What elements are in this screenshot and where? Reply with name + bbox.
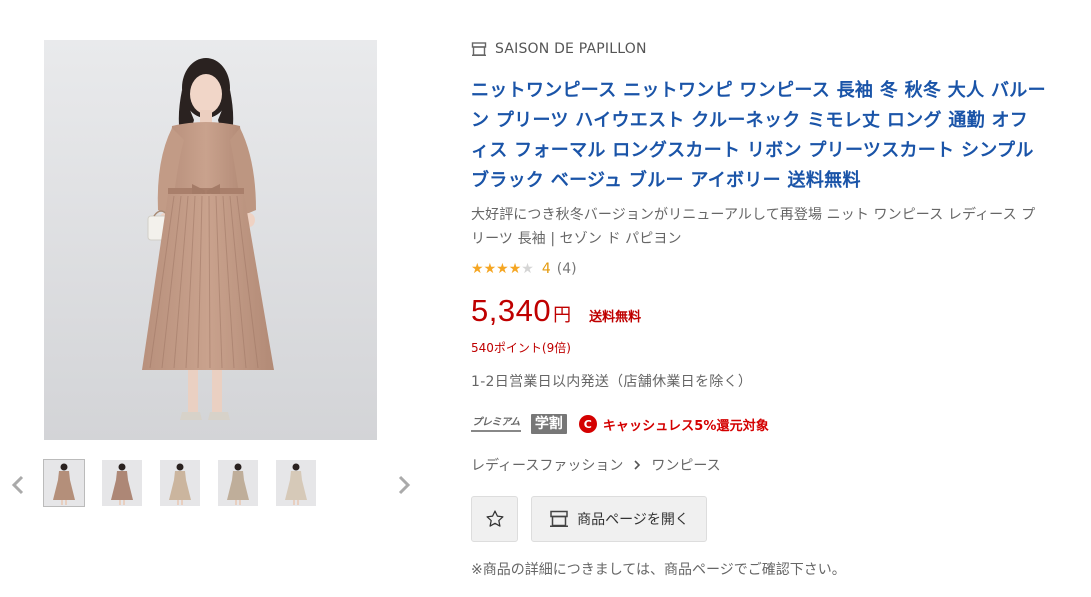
thumbnail-2[interactable] xyxy=(102,460,142,506)
store-name: SAISON DE PAPILLON xyxy=(495,41,647,57)
price-row: 5,340 円 送料無料 xyxy=(471,293,1051,329)
open-product-page-label: 商品ページを開く xyxy=(577,512,689,528)
gallery-next-button[interactable] xyxy=(392,470,416,500)
star-filled-icon: ★ xyxy=(508,261,522,277)
chevron-right-icon xyxy=(633,460,641,470)
cashless-label: キャッシュレス5%還元対象 xyxy=(602,418,769,434)
open-product-page-button[interactable]: 商品ページを開く xyxy=(531,496,707,542)
model-photo-illustration xyxy=(44,40,377,440)
price-currency: 円 xyxy=(553,305,572,326)
gallery-prev-button[interactable] xyxy=(6,470,30,500)
action-buttons: 商品ページを開く xyxy=(471,496,1051,542)
product-info: SAISON DE PAPILLON ニットワンピース ニットワンピ ワンピース… xyxy=(471,38,1051,580)
chevron-left-icon xyxy=(11,475,24,495)
main-product-image[interactable] xyxy=(44,40,377,440)
price-amount: 5,340 xyxy=(471,293,552,328)
cashless-badge: C キャッシュレス5%還元対象 xyxy=(578,415,769,434)
store-icon xyxy=(549,510,569,528)
rating[interactable]: ★ ★ ★ ★ ★ 4 (4) xyxy=(471,259,1051,279)
rating-stars: ★ ★ ★ ★ ★ xyxy=(471,262,534,276)
store-link[interactable]: SAISON DE PAPILLON xyxy=(471,38,1051,60)
thumbnail-5[interactable] xyxy=(276,460,316,506)
details-note: ※商品の詳細につきましては、商品ページでご確認下さい。 xyxy=(471,562,846,578)
breadcrumb-item-ladies-fashion[interactable]: レディースファッション xyxy=(471,455,623,475)
thumbnail-4[interactable] xyxy=(218,460,258,506)
favorite-button[interactable] xyxy=(471,496,518,542)
delivery-info: 1-2日営業日以内発送（店舗休業日を除く） xyxy=(471,374,753,390)
star-filled-icon: ★ xyxy=(496,261,509,277)
star-filled-icon: ★ xyxy=(471,261,484,277)
breadcrumb: レディースファッション ワンピース xyxy=(471,455,1051,475)
chevron-right-icon xyxy=(398,475,411,495)
review-count: (4) xyxy=(556,261,577,277)
gakuwari-badge: 学割 xyxy=(530,414,567,434)
rating-score: 4 xyxy=(541,261,551,277)
product-title[interactable]: ニットワンピース ニットワンピ ワンピース 長袖 冬 秋冬 大人 バルーン プリ… xyxy=(471,76,1046,196)
product-description: 大好評につき秋冬バージョンがリニューアルして再登場 ニット ワンピース レディー… xyxy=(471,207,1036,247)
thumbnail-3[interactable] xyxy=(160,460,200,506)
thumbnail-1[interactable] xyxy=(43,459,85,507)
store-icon xyxy=(471,41,487,57)
cashless-c-icon: C xyxy=(578,415,597,433)
star-filled-icon: ★ xyxy=(483,261,497,277)
premium-badge: プレミアム xyxy=(471,416,521,432)
star-empty-icon: ★ xyxy=(521,261,534,277)
free-shipping-label: 送料無料 xyxy=(589,310,642,325)
points-info: 540ポイント(9倍) xyxy=(471,341,571,355)
breadcrumb-item-onepiece[interactable]: ワンピース xyxy=(651,455,720,475)
badges-row: プレミアム 学割 C キャッシュレス5%還元対象 xyxy=(471,412,1051,436)
star-outline-icon xyxy=(485,510,504,527)
